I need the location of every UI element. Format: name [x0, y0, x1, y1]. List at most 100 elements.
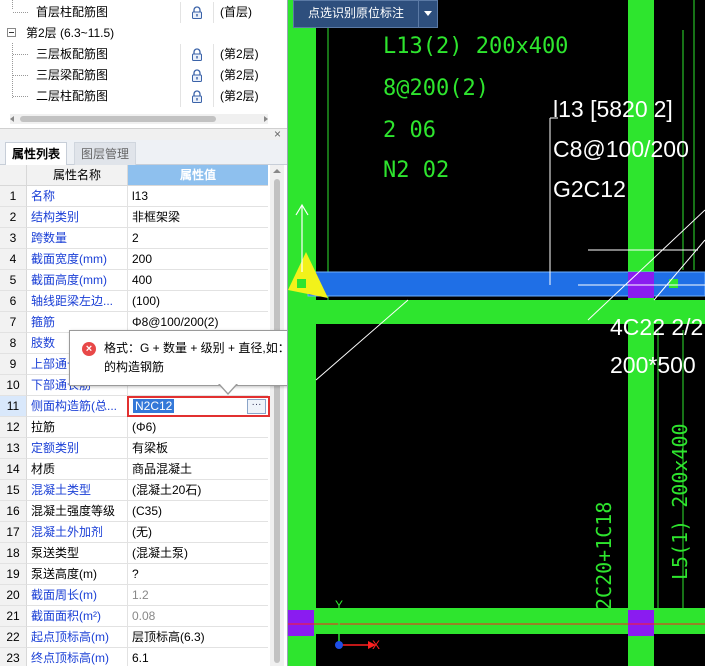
property-row[interactable]: 11 侧面构造筋(总... N2C12 ··· [0, 396, 270, 417]
row-number: 14 [0, 459, 27, 480]
vertical-scrollbar[interactable] [270, 165, 284, 666]
property-name: 截面周长(m) [27, 585, 128, 606]
row-number: 15 [0, 480, 27, 501]
property-value-input[interactable]: N2C12 [133, 399, 175, 413]
property-row[interactable]: 4 截面宽度(mm) 200 [0, 249, 270, 270]
property-value[interactable]: 商品混凝土 [128, 459, 268, 480]
drawing-canvas[interactable]: 点选识别原位标注 L13(2) 200x400 8@200(2) 2 06 N2… [288, 0, 705, 666]
row-number: 9 [0, 354, 27, 375]
ellipsis-button[interactable]: ··· [247, 399, 266, 414]
row-number: 4 [0, 249, 27, 270]
property-value[interactable]: 200 [128, 249, 268, 270]
chevron-down-icon[interactable] [418, 1, 437, 27]
axis-y-label: Y [335, 598, 344, 612]
lock-icon[interactable] [191, 6, 203, 19]
tab-layer-management[interactable]: 图层管理 [74, 142, 137, 166]
property-value[interactable]: (100) [128, 291, 268, 312]
property-row[interactable]: 22 起点顶标高(m) 层顶标高(6.3) [0, 627, 270, 648]
collapse-icon[interactable] [7, 28, 16, 37]
property-value[interactable]: l13 [128, 186, 268, 207]
tree-item-floor: (第2层) [220, 68, 259, 82]
property-value[interactable]: (C35) [128, 501, 268, 522]
property-row[interactable]: 20 截面周长(m) 1.2 [0, 585, 270, 606]
scroll-right-icon[interactable] [264, 116, 268, 122]
property-row[interactable]: 12 拉筋 (Φ6) [0, 417, 270, 438]
property-tabs: 属性列表 图层管理 [0, 140, 287, 166]
row-number: 2 [0, 207, 27, 228]
horizontal-scrollbar[interactable] [10, 114, 268, 124]
row-number: 12 [0, 417, 27, 438]
property-name: 混凝土强度等级 [27, 501, 128, 522]
tab-property-list[interactable]: 属性列表 [5, 142, 68, 166]
property-value[interactable]: (混凝土泵) [128, 543, 268, 564]
property-row[interactable]: 17 混凝土外加剂 (无) [0, 522, 270, 543]
property-row[interactable]: 5 截面高度(mm) 400 [0, 270, 270, 291]
scrollbar-thumb[interactable] [274, 179, 280, 663]
property-name: 泵送高度(m) [27, 564, 128, 585]
row-number: 20 [0, 585, 27, 606]
row-number: 16 [0, 501, 27, 522]
column[interactable] [288, 610, 314, 636]
property-row[interactable]: 16 混凝土强度等级 (C35) [0, 501, 270, 522]
property-row[interactable]: 1 名称 l13 [0, 186, 270, 207]
cad-label: 8@200(2) [383, 76, 489, 101]
property-value[interactable]: 非框架梁 [128, 207, 268, 228]
grip-point[interactable] [297, 279, 306, 288]
property-name: 终点顶标高(m) [27, 648, 128, 666]
close-icon[interactable]: × [274, 127, 281, 141]
property-value[interactable]: 2 [128, 228, 268, 249]
grid-header-name: 属性名称 [27, 165, 128, 186]
cad-label: 4C22 2/2 [610, 314, 704, 340]
property-row[interactable]: 15 混凝土类型 (混凝土20石) [0, 480, 270, 501]
property-row[interactable]: 6 轴线距梁左边... (100) [0, 291, 270, 312]
tree-item-label: 二层柱配筋图 [36, 89, 109, 103]
tree-item-drawing[interactable]: 三层板配筋图 (第2层) [0, 44, 270, 65]
property-name: 跨数量 [27, 228, 128, 249]
scrollbar-thumb[interactable] [20, 116, 216, 122]
property-row[interactable]: 14 材质 商品混凝土 [0, 459, 270, 480]
tree-group-floor2[interactable]: 第2层 (6.3~11.5) [0, 23, 270, 44]
lock-icon[interactable] [191, 69, 203, 82]
tree-item-drawing[interactable]: 二层柱配筋图 (第2层) [0, 86, 270, 107]
property-value[interactable]: 层顶标高(6.3) [128, 627, 268, 648]
lock-icon[interactable] [191, 48, 203, 61]
row-number: 22 [0, 627, 27, 648]
property-name: 定额类别 [27, 438, 128, 459]
drawing-tree: 首层柱配筋图 (首层) 第2层 (6.3~11.5) 三层板配筋图 (第2层) … [0, 0, 287, 112]
row-number: 11 [0, 396, 27, 417]
property-row[interactable]: 19 泵送高度(m)? [0, 564, 270, 585]
property-row[interactable]: 3 跨数量 2 [0, 228, 270, 249]
property-name: 截面面积(m²) [27, 606, 128, 627]
lock-icon[interactable] [191, 90, 203, 103]
scroll-left-icon[interactable] [10, 116, 14, 122]
property-value[interactable]: 有梁板 [128, 438, 268, 459]
tree-item-drawing[interactable]: 三层梁配筋图 (第2层) [0, 65, 270, 86]
tree-item-drawing[interactable]: 首层柱配筋图 (首层) [0, 2, 270, 23]
origin-icon [335, 641, 343, 649]
tree-item-floor: (首层) [220, 5, 252, 19]
green-beam-vertical[interactable] [288, 0, 316, 666]
property-row[interactable]: 18 泵送类型 (混凝土泵) [0, 543, 270, 564]
cad-label-vertical: 2C20+1C18 [592, 501, 616, 610]
pick-identify-button[interactable]: 点选识别原位标注 [293, 0, 438, 28]
column[interactable] [628, 610, 654, 636]
property-row[interactable]: 13 定额类别 有梁板 [0, 438, 270, 459]
property-value[interactable]: 6.1 [128, 648, 268, 666]
property-value[interactable]: ? [128, 564, 268, 585]
property-row[interactable]: 23 终点顶标高(m) 6.1 [0, 648, 270, 666]
property-value[interactable]: 0.08 [128, 606, 268, 627]
property-name: 截面高度(mm) [27, 270, 128, 291]
cad-label: 200*500 [610, 352, 696, 378]
property-value[interactable]: (混凝土20石) [128, 480, 268, 501]
property-value[interactable]: 1.2 [128, 585, 268, 606]
scroll-up-icon[interactable] [273, 169, 281, 173]
property-value[interactable]: N2C12 ··· [127, 396, 270, 417]
cad-label: N2 02 [383, 158, 450, 183]
property-name: 混凝土类型 [27, 480, 128, 501]
property-row[interactable]: 2 结构类别 非框架梁 [0, 207, 270, 228]
property-row[interactable]: 21 截面面积(m²) 0.08 [0, 606, 270, 627]
property-value[interactable]: 400 [128, 270, 268, 291]
property-value[interactable]: (无) [128, 522, 268, 543]
property-value[interactable]: (Φ6) [128, 417, 268, 438]
row-number: 13 [0, 438, 27, 459]
